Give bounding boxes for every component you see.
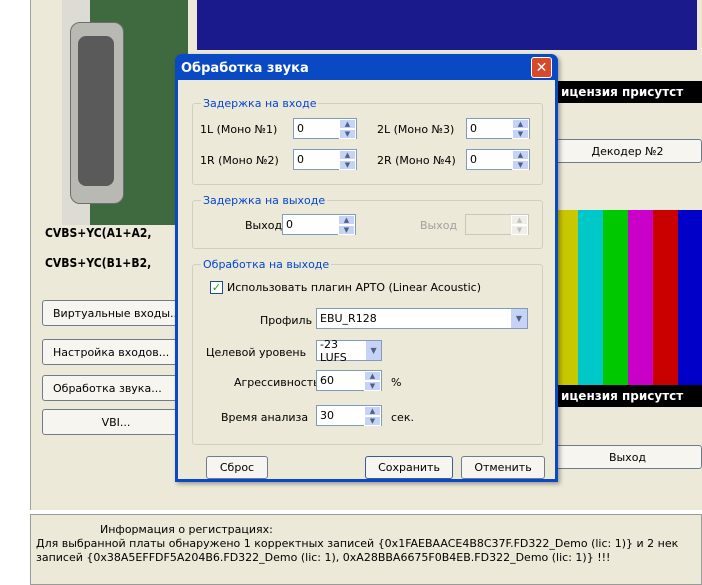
cancel-button[interactable]: Отменить [461, 456, 545, 479]
output-button[interactable]: Выход [553, 445, 702, 469]
input-delay-title: Задержка на входе [201, 97, 319, 110]
output2-delay-input: ▲ ▼ [465, 214, 529, 235]
spin-up-icon[interactable]: ▲ [339, 150, 356, 160]
target-level-select[interactable]: -23 LUFS ▼ [316, 338, 382, 364]
spin-down-icon[interactable]: ▼ [339, 129, 356, 139]
check-icon: ✓ [211, 281, 222, 294]
output1-spinner[interactable]: ▲ ▼ [338, 215, 355, 235]
input-delay-group [192, 103, 543, 185]
l1-spinner[interactable]: ▲ ▼ [339, 119, 356, 139]
spin-up-icon[interactable]: ▲ [364, 371, 381, 381]
r2-label: 2R (Моно №4) [377, 154, 456, 167]
spin-up-icon[interactable]: ▲ [512, 119, 529, 129]
colorbar-preview [553, 210, 702, 385]
r1-label: 1R (Моно №2) [200, 154, 279, 167]
spin-up-icon[interactable]: ▲ [512, 150, 529, 160]
spin-down-icon[interactable]: ▼ [364, 381, 381, 391]
aggressiveness-unit: % [391, 376, 402, 389]
aggressiveness-label: Агрессивность [234, 376, 320, 389]
r2-spinner[interactable]: ▲ ▼ [512, 150, 529, 170]
input-settings-button[interactable]: Настройка входов... [42, 339, 190, 365]
spin-up-icon: ▲ [511, 215, 528, 225]
colorbar-red [653, 210, 678, 385]
output-delay-title: Задержка на выходе [201, 194, 328, 207]
chevron-down-icon[interactable]: ▼ [365, 341, 381, 360]
output1-delay-input[interactable]: 0 ▲ ▼ [282, 214, 356, 235]
analysis-time-spinner[interactable]: ▲ ▼ [364, 406, 381, 426]
l2-label: 2L (Моно №3) [377, 123, 455, 136]
l2-delay-input[interactable]: 0 ▲ ▼ [466, 118, 530, 139]
r1-delay-input[interactable]: 0 ▲ ▼ [293, 149, 357, 170]
spin-down-icon[interactable]: ▼ [512, 160, 529, 170]
output2-label: Выход [420, 219, 458, 232]
r1-spinner[interactable]: ▲ ▼ [339, 150, 356, 170]
colorbar-green [603, 210, 628, 385]
spin-down-icon[interactable]: ▼ [339, 160, 356, 170]
video-preview-top [197, 0, 697, 50]
registration-info-line2: записей {0x38A5EFFDF5A204B6.FD322_Demo (… [36, 551, 611, 564]
colorbar-magenta [628, 210, 653, 385]
aggressiveness-input[interactable]: 60 ▲ ▼ [316, 370, 382, 391]
profile-select[interactable]: EBU_R128 ▼ [316, 308, 528, 329]
analysis-time-unit: сек. [391, 411, 414, 424]
board-connector-pins [78, 36, 114, 186]
l2-spinner[interactable]: ▲ ▼ [512, 119, 529, 139]
output-processing-title: Обработка на выходе [201, 258, 332, 271]
reset-button[interactable]: Сброс [206, 456, 268, 479]
spin-up-icon[interactable]: ▲ [364, 406, 381, 416]
board-label-a: CVBS+YC(A1+A2, [45, 226, 152, 240]
spin-up-icon[interactable]: ▲ [339, 119, 356, 129]
aggressiveness-spinner[interactable]: ▲ ▼ [364, 371, 381, 391]
plugin-checkbox-label[interactable]: Использовать плагин APTO (Linear Acousti… [227, 281, 481, 294]
dialog-title: Обработка звука [181, 61, 309, 76]
output2-spinner: ▲ ▼ [511, 215, 528, 235]
profile-label: Профиль [260, 314, 313, 327]
license-status-top: ицензия присутст [553, 81, 702, 103]
chevron-down-icon[interactable]: ▼ [510, 309, 527, 328]
save-button[interactable]: Сохранить [365, 456, 453, 479]
analysis-time-input[interactable]: 30 ▲ ▼ [316, 405, 382, 426]
spin-down-icon: ▼ [511, 225, 528, 235]
colorbar-cyan [578, 210, 603, 385]
output1-label: Выход [245, 219, 283, 232]
plugin-checkbox[interactable]: ✓ [210, 281, 223, 294]
registration-info-line1: Для выбранной платы обнаружено 1 коррект… [36, 537, 679, 550]
target-level-label: Целевой уровень [206, 346, 307, 359]
l1-delay-input[interactable]: 0 ▲ ▼ [293, 118, 357, 139]
r2-delay-input[interactable]: 0 ▲ ▼ [466, 149, 530, 170]
virtual-inputs-button[interactable]: Виртуальные входы... [42, 300, 190, 326]
spin-down-icon[interactable]: ▼ [364, 416, 381, 426]
spin-down-icon[interactable]: ▼ [338, 225, 355, 235]
spin-down-icon[interactable]: ▼ [512, 129, 529, 139]
l1-label: 1L (Моно №1) [200, 123, 278, 136]
license-status-bottom: ицензия присутст [553, 385, 702, 407]
decoder-2-button[interactable]: Декодер №2 [553, 139, 702, 163]
analysis-time-label: Время анализа [221, 411, 309, 424]
sound-processing-button[interactable]: Обработка звука... [42, 375, 190, 401]
registration-info-title: Информация о регистрациях: [100, 523, 273, 536]
board-label-b: CVBS+YC(B1+B2, [45, 256, 152, 270]
spin-up-icon[interactable]: ▲ [338, 215, 355, 225]
vbi-button[interactable]: VBI... [42, 409, 190, 435]
close-icon[interactable]: ✕ [531, 57, 552, 78]
colorbar-blue [678, 210, 702, 385]
